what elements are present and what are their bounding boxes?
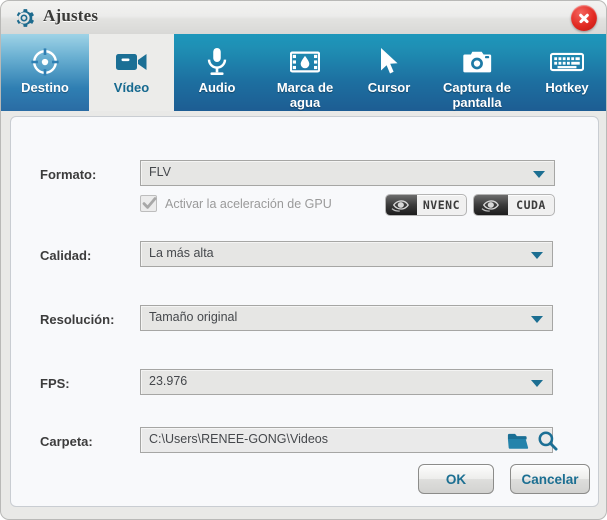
tab-hotkey-label: Hotkey (545, 80, 589, 95)
formato-label: Formato: (40, 167, 97, 182)
tab-destino[interactable]: Destino (1, 34, 89, 111)
cuda-label: CUDA (516, 198, 546, 212)
carpeta-value: C:\Users\RENEE-GONG\Videos (149, 432, 328, 446)
fps-value: 23.976 (149, 374, 188, 388)
settings-dialog: Ajustes Destino Vídeo Audio Marca de agu… (0, 0, 607, 520)
content-panel: Formato: FLV Activar la aceleración de G… (0, 111, 607, 520)
camera-icon (462, 45, 492, 79)
tab-captura-de-pantalla[interactable]: Captura de pantalla (428, 34, 526, 111)
calidad-label: Calidad: (40, 248, 92, 263)
cursor-icon (377, 45, 401, 79)
close-icon[interactable] (571, 5, 597, 31)
microphone-icon (203, 45, 231, 79)
gear-icon (13, 7, 35, 29)
folder-icon[interactable] (507, 431, 529, 455)
magnifier-icon[interactable] (537, 430, 558, 456)
settings-form: Formato: FLV Activar la aceleración de G… (10, 116, 599, 507)
cancel-button[interactable]: Cancelar (510, 464, 590, 494)
tab-hotkey[interactable]: Hotkey (526, 34, 607, 111)
chevron-down-icon (531, 316, 543, 323)
resolucion-value: Tamaño original (149, 310, 238, 324)
tab-audio-label: Audio (198, 80, 236, 95)
nvenc-badge: NVENC (385, 194, 467, 216)
tab-video[interactable]: Vídeo (89, 34, 174, 111)
fps-label: FPS: (40, 376, 70, 391)
tab-captura-de-pantalla-label: Captura de pantalla (443, 80, 511, 110)
watermark-icon (290, 45, 320, 79)
tab-marca-de-agua-label: Marca de agua (276, 80, 334, 110)
nvenc-label: NVENC (422, 198, 460, 212)
tab-cursor-label: Cursor (367, 80, 411, 95)
formato-value: FLV (149, 165, 171, 179)
nvidia-eye-logo-icon (386, 195, 417, 215)
gpu-acceleration-checkbox[interactable] (140, 195, 157, 212)
chevron-down-icon (531, 380, 543, 387)
calidad-value: La más alta (149, 246, 214, 260)
nvidia-eye-logo-icon (474, 195, 508, 215)
keyboard-icon (550, 45, 584, 79)
fps-dropdown[interactable]: 23.976 (140, 369, 553, 395)
target-icon (30, 45, 60, 79)
tab-bar: Destino Vídeo Audio Marca de agua Cursor… (0, 34, 607, 111)
tab-video-label: Vídeo (113, 80, 150, 95)
tab-cursor[interactable]: Cursor (350, 34, 428, 111)
formato-dropdown[interactable]: FLV (140, 160, 555, 186)
resolucion-label: Resolución: (40, 312, 115, 327)
window-title: Ajustes (43, 6, 99, 25)
chevron-down-icon (533, 171, 545, 178)
ok-button[interactable]: OK (418, 464, 494, 494)
camcorder-icon (115, 45, 149, 79)
calidad-dropdown[interactable]: La más alta (140, 241, 553, 267)
tab-destino-label: Destino (21, 80, 69, 95)
gpu-acceleration-label: Activar la aceleración de GPU (165, 197, 332, 211)
carpeta-label: Carpeta: (40, 434, 93, 449)
resolucion-dropdown[interactable]: Tamaño original (140, 305, 553, 331)
title-bar: Ajustes (0, 0, 607, 34)
tab-marca-de-agua[interactable]: Marca de agua (260, 34, 350, 111)
chevron-down-icon (531, 252, 543, 259)
tab-audio[interactable]: Audio (174, 34, 260, 111)
cuda-badge: CUDA (473, 194, 555, 216)
carpeta-path-input[interactable]: C:\Users\RENEE-GONG\Videos (140, 427, 553, 453)
